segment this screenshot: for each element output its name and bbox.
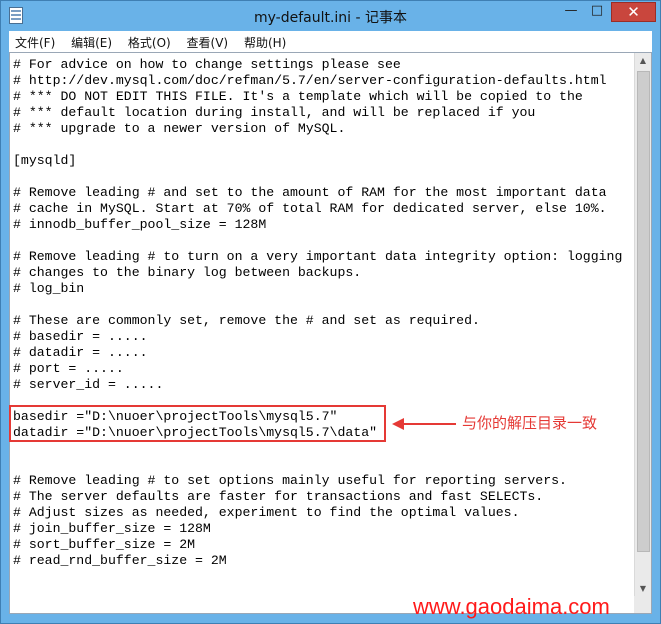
editor-line: # port = .....	[13, 361, 124, 376]
title-bar[interactable]: my-default.ini - 记事本 — □ ✕	[1, 1, 660, 31]
editor-line: # cache in MySQL. Start at 70% of total …	[13, 201, 607, 216]
editor-line: # *** upgrade to a newer version of MySQ…	[13, 121, 346, 136]
menu-file[interactable]: 文件(F)	[9, 31, 61, 52]
vertical-scrollbar[interactable]: ▲ ▼	[634, 53, 651, 597]
editor-line: # Remove leading # to turn on a very imp…	[13, 249, 623, 264]
editor-line: # datadir = .....	[13, 345, 148, 360]
editor-line: # Remove leading # and set to the amount…	[13, 185, 607, 200]
editor-line: # *** DO NOT EDIT THIS FILE. It's a temp…	[13, 89, 583, 104]
editor-line: # sort_buffer_size = 2M	[13, 537, 196, 552]
watermark-text: www.gaodaima.com	[413, 594, 610, 619]
menu-view[interactable]: 查看(V)	[181, 31, 235, 52]
editor-line: # The server defaults are faster for tra…	[13, 489, 544, 504]
annotation-text: 与你的解压目录一致	[462, 414, 598, 432]
callout-arrow-icon	[392, 418, 456, 430]
text-editor[interactable]: # For advice on how to change settings p…	[9, 52, 652, 614]
editor-line: # log_bin	[13, 281, 85, 296]
editor-line: [mysqld]	[13, 153, 77, 168]
editor-line: # http://dev.mysql.com/doc/refman/5.7/en…	[13, 73, 607, 88]
menu-help[interactable]: 帮助(H)	[238, 31, 292, 52]
editor-line: # Adjust sizes as needed, experiment to …	[13, 505, 520, 520]
close-button[interactable]: ✕	[611, 2, 656, 22]
highlight-box	[9, 405, 386, 442]
editor-line: # read_rnd_buffer_size = 2M	[13, 553, 227, 568]
maximize-button[interactable]: □	[584, 2, 610, 22]
resize-grip[interactable]	[634, 596, 651, 613]
scroll-thumb[interactable]	[637, 71, 650, 552]
scroll-down-icon[interactable]: ▼	[635, 581, 651, 597]
minimize-button[interactable]: —	[558, 2, 584, 22]
menu-bar: 文件(F) 编辑(E) 格式(O) 查看(V) 帮助(H)	[9, 31, 652, 53]
editor-line: # basedir = .....	[13, 329, 148, 344]
scroll-up-icon[interactable]: ▲	[635, 53, 651, 69]
editor-line: # *** default location during install, a…	[13, 105, 536, 120]
menu-format[interactable]: 格式(O)	[122, 31, 177, 52]
editor-line: # These are commonly set, remove the # a…	[13, 313, 480, 328]
editor-line: # server_id = .....	[13, 377, 164, 392]
editor-line: # Remove leading # to set options mainly…	[13, 473, 567, 488]
editor-content[interactable]: # For advice on how to change settings p…	[13, 57, 622, 569]
editor-line: # innodb_buffer_pool_size = 128M	[13, 217, 267, 232]
editor-line: # join_buffer_size = 128M	[13, 521, 211, 536]
editor-line: # changes to the binary log between back…	[13, 265, 362, 280]
notepad-window: my-default.ini - 记事本 — □ ✕ 文件(F) 编辑(E) 格…	[0, 0, 661, 624]
editor-line: # For advice on how to change settings p…	[13, 57, 401, 72]
menu-edit[interactable]: 编辑(E)	[65, 31, 118, 52]
